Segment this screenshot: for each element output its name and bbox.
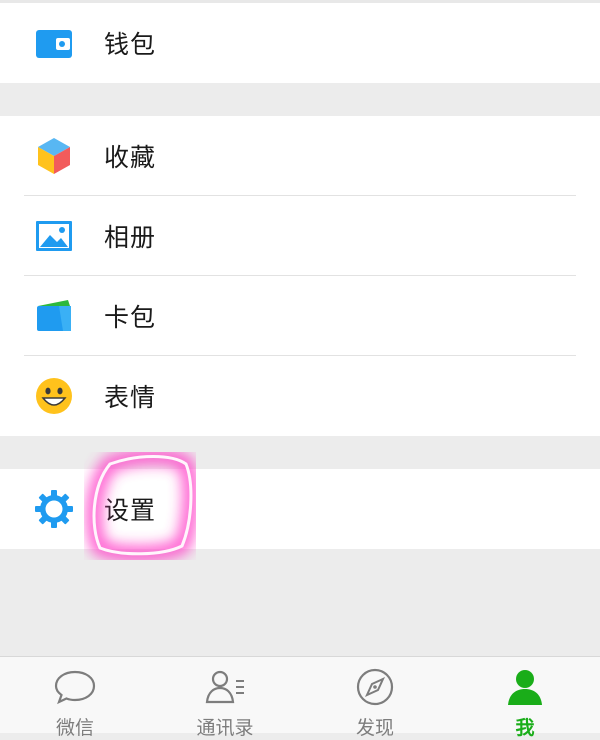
menu-item-label: 表情	[104, 383, 157, 412]
wallet-icon	[34, 23, 74, 63]
features-group: 收藏 相册 卡包 表情	[0, 116, 600, 436]
menu-item-label: 钱包	[104, 30, 157, 59]
compass-icon	[353, 667, 397, 707]
menu-item-stickers[interactable]: 表情	[0, 356, 600, 436]
tab-discover[interactable]: 发现	[300, 657, 450, 739]
bottom-tab-bar: 微信 通讯录 发现 我	[0, 656, 600, 739]
settings-group: 设置	[0, 469, 600, 549]
menu-item-label: 收藏	[104, 143, 157, 172]
menu-item-label: 相册	[104, 223, 157, 252]
tab-label: 发现	[355, 717, 394, 739]
card-wallet-icon	[34, 296, 74, 336]
menu-item-settings[interactable]: 设置	[0, 469, 600, 549]
tab-contacts[interactable]: 通讯录	[150, 657, 300, 739]
menu-item-cards[interactable]: 卡包	[0, 276, 600, 356]
tab-label: 微信	[55, 717, 94, 739]
menu-item-label: 卡包	[104, 303, 157, 332]
tab-label: 我	[515, 717, 535, 739]
tab-label: 通讯录	[196, 717, 254, 739]
wallet-group: 钱包	[0, 3, 600, 83]
menu-item-label: 设置	[104, 496, 157, 525]
chat-bubble-icon	[53, 667, 97, 707]
menu-item-wallet[interactable]: 钱包	[0, 3, 600, 83]
tab-me[interactable]: 我	[450, 657, 600, 739]
album-picture-icon	[34, 216, 74, 256]
gear-icon	[34, 489, 74, 529]
tab-chats[interactable]: 微信	[0, 657, 150, 739]
contacts-icon	[203, 667, 247, 707]
smiley-face-icon	[34, 376, 74, 416]
menu-item-album[interactable]: 相册	[0, 196, 600, 276]
favorites-cube-icon	[34, 136, 74, 176]
person-icon	[503, 667, 547, 707]
menu-item-favorites[interactable]: 收藏	[0, 116, 600, 196]
